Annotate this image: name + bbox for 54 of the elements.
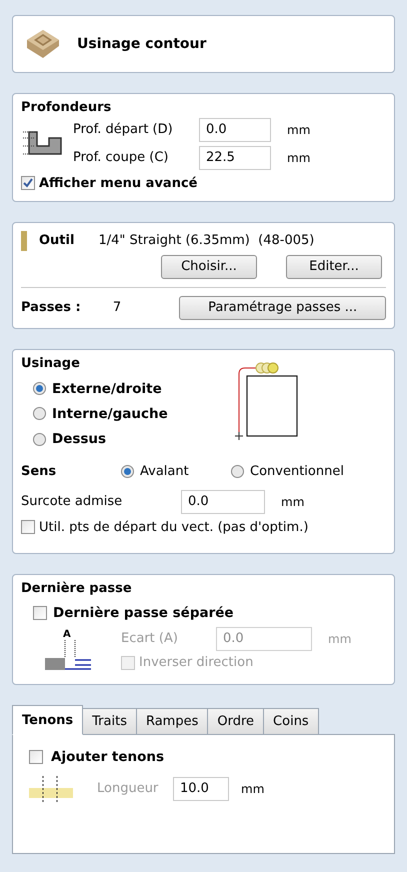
checkbox[interactable]: [29, 750, 43, 764]
radio-label: Dessus: [52, 430, 106, 449]
radio-label: Avalant: [140, 463, 189, 481]
section-title: Profondeurs: [21, 99, 112, 117]
checkbox-label: Afficher menu avancé: [39, 174, 198, 192]
radio-button[interactable]: [33, 432, 46, 446]
checkbox[interactable]: [21, 520, 35, 534]
tab[interactable]: Coins: [263, 708, 319, 736]
radio-button[interactable]: [121, 465, 134, 478]
checkbox[interactable]: [33, 606, 47, 620]
input-field[interactable]: 10.0: [173, 776, 229, 800]
field-label: Longueur: [97, 780, 160, 798]
choose-button[interactable]: Choisir...: [161, 255, 257, 279]
checkbox-label: Ajouter tenons: [51, 748, 164, 768]
field-label: Surcote admise: [21, 492, 124, 511]
tab[interactable]: Tenons: [12, 705, 84, 736]
unit-label: mm: [281, 494, 304, 510]
unit-label: mm: [328, 630, 352, 648]
checkbox-label: Inverser direction: [139, 654, 254, 672]
input-field[interactable]: 22.5: [199, 146, 271, 170]
unit-label: mm: [287, 150, 310, 166]
input-field[interactable]: 0.0: [181, 490, 265, 514]
tab[interactable]: Rampes: [136, 708, 208, 736]
radio-button[interactable]: [231, 465, 244, 478]
radio-label: Interne/gauche: [52, 404, 168, 424]
tab[interactable]: Traits: [82, 708, 137, 736]
radio-label: Externe/droite: [52, 380, 162, 398]
radio-label: Conventionnel: [250, 463, 344, 481]
unit-label: mm: [287, 122, 310, 138]
tab[interactable]: Ordre: [207, 708, 264, 736]
passes-label: Passes :: [21, 299, 82, 318]
passes-count: 7: [112, 299, 122, 318]
panel-title: Usinage contour: [77, 34, 206, 54]
section-title: Dernière passe: [21, 580, 133, 598]
cutter-icon: [21, 231, 27, 251]
field-label: Prof. départ (D): [73, 120, 174, 139]
checkbox-label: Dernière passe séparée: [53, 604, 234, 622]
unit-label: mm: [241, 780, 264, 798]
section-title: Usinage: [21, 355, 81, 373]
pass-settings-button[interactable]: Paramétrage passes ...: [179, 296, 386, 320]
radio-button[interactable]: [33, 407, 46, 420]
checkbox-label: Util. pts de départ du vect. (pas d'optim.): [39, 518, 308, 536]
direction-label: Sens: [21, 463, 58, 481]
radio-button[interactable]: [33, 382, 46, 396]
tool-label: Outil: [39, 232, 74, 250]
field-label: Ecart (A): [121, 630, 179, 648]
checkbox[interactable]: [21, 176, 35, 190]
pocket-icon: [25, 28, 61, 60]
edit-button[interactable]: Editer...: [286, 255, 382, 279]
field-label: Prof. coupe (C): [73, 148, 170, 167]
tab-diagram-icon: [29, 776, 73, 802]
input-field[interactable]: 0.0: [199, 118, 271, 142]
tool-name: 1/4" Straight (6.35mm) (48-005): [98, 232, 314, 250]
marker-label: A: [63, 630, 71, 640]
